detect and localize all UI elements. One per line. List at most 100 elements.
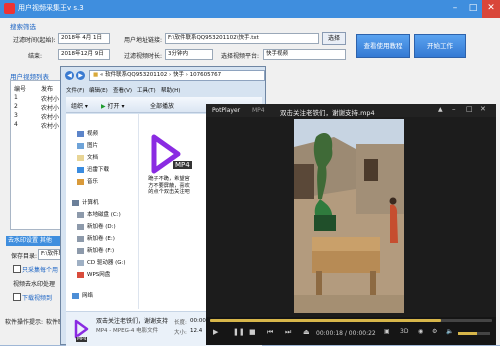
label-date-from: 过滤时间(起始): [13, 37, 56, 44]
done-checkbox[interactable] [13, 293, 21, 301]
thunder-download-icon [77, 166, 84, 173]
play-all-button[interactable]: 全部播放 [150, 101, 174, 110]
date-from-picker[interactable]: 2018年 4月 1日 [58, 33, 110, 44]
details-file-name: 双击关注老铁们，谢谢支持 [96, 318, 169, 325]
pin-icon[interactable]: ▲ [438, 106, 443, 113]
picture-folder-icon [77, 142, 84, 149]
table-row[interactable]: 1 农村小 [11, 94, 66, 103]
label-platform: 选择视频平台: [221, 53, 260, 60]
nav-drive-e[interactable]: 新加卷 (E:) [77, 234, 115, 243]
details-size-label: 大小: [174, 330, 187, 336]
nav-wps-cloud[interactable]: WPS网盘 [77, 270, 110, 279]
previous-button[interactable]: ⏮ [267, 328, 273, 337]
breadcrumb-folder[interactable]: 107605767 [190, 72, 222, 78]
table-row[interactable]: 2 农村小 [11, 103, 66, 112]
computer-icon [72, 199, 79, 206]
next-button[interactable]: ⏭ [285, 328, 291, 337]
watermark-label: 视频去水印处理 [13, 281, 56, 288]
video-folder-icon [77, 130, 84, 137]
player-maximize-button[interactable]: □ [466, 105, 473, 113]
nav-network[interactable]: 网络 [72, 291, 93, 300]
menu-edit[interactable]: 编辑(E) [89, 86, 108, 94]
watermark-settings-tab[interactable]: 去水印设置 其他 [6, 236, 64, 246]
capture-icon[interactable]: ▣ [384, 328, 390, 335]
details-size-value: 12.4 [190, 328, 203, 334]
file-item-mp4[interactable]: MP4 跪子不跪，希望官方不要屏蔽，喜欢的点个双击关注吧 [146, 131, 204, 219]
status-label: 软件操作提示: [5, 319, 44, 326]
potplayer-window: PotPlayer MP4 双击关注老铁们，谢谢支持.mp4 ▲ – □ ✕ ▶… [206, 104, 496, 345]
seek-progress [210, 319, 442, 322]
app-logo-icon [4, 3, 15, 14]
play-button[interactable]: ▶ [213, 328, 218, 336]
select-file-button[interactable]: 选择 [322, 32, 346, 45]
done-option-label: 下载视频到 [22, 295, 53, 302]
player-video-title: 双击关注老铁们，谢谢支持.mp4 [280, 109, 375, 117]
player-format: MP4 [252, 107, 265, 114]
player-close-button[interactable]: ✕ [480, 105, 486, 113]
open-button[interactable]: ▶ 打开 ▾ [101, 101, 124, 110]
start-work-button[interactable]: 开始工作 [414, 34, 466, 58]
tutorial-button[interactable]: 查看使用教程 [356, 34, 410, 58]
nav-computer[interactable]: 计算机 [72, 198, 99, 207]
pause-button[interactable]: ❚❚ [233, 328, 245, 336]
play-icon: ▶ [101, 103, 106, 110]
seek-bar[interactable] [210, 319, 492, 322]
address-bar[interactable]: ■ « 软件联系QQ953201102 › 快手 › 107605767 [89, 70, 265, 81]
menu-view[interactable]: 查看(V) [113, 86, 132, 94]
maximize-button[interactable]: □ [464, 0, 482, 18]
disk-icon [77, 223, 84, 230]
player-app-name[interactable]: PotPlayer [212, 107, 240, 114]
label-date-end: 结束: [28, 53, 43, 60]
minimize-button[interactable]: – [446, 0, 464, 18]
menu-file[interactable]: 文件(F) [66, 86, 84, 94]
pane-divider [138, 114, 139, 309]
table-row[interactable]: 3 农村小 [11, 112, 66, 121]
details-length-value: 00:00 [190, 318, 206, 324]
save-dir-input[interactable]: F:\软件联 [38, 249, 62, 260]
nav-item-thunder[interactable]: 迅雷下载 [77, 165, 109, 174]
nav-drive-c[interactable]: 本地磁盘 (C:) [77, 210, 121, 219]
forward-button[interactable]: ▶ [76, 71, 85, 80]
app-title-bar: 用户视频采集王v s.3 – □ ✕ [0, 0, 500, 18]
nav-drive-d[interactable]: 新加卷 (D:) [77, 222, 116, 231]
duration-select[interactable]: 3分钟内 [165, 49, 213, 60]
disk-icon [77, 247, 84, 254]
table-body: 1 农村小 2 农村小 3 农村小 4 农村小 [11, 94, 66, 130]
network-icon [72, 292, 79, 299]
breadcrumb-root[interactable]: 软件联系QQ953201102 [105, 72, 167, 78]
app-title: 用户视频采集王v s.3 [18, 4, 84, 12]
eject-button[interactable]: ⏏ [303, 328, 310, 336]
back-button[interactable]: ◀ [65, 71, 74, 80]
navigation-pane: 视频 图片 文档 迅雷下载 音乐 计算机 本地磁盘 (C:) 新加卷 (D:) … [66, 114, 136, 304]
user-url-input[interactable]: F:\软件联系QQ953201102\快手.txt [165, 33, 319, 44]
stop-button[interactable]: ■ [249, 328, 256, 336]
3d-icon[interactable]: 3D [400, 328, 408, 335]
date-end-picker[interactable]: 2018年12月 9日 [58, 49, 110, 60]
video-frame[interactable] [294, 119, 404, 313]
nav-item-pictures[interactable]: 图片 [77, 141, 98, 150]
label-user-url: 用户地址链接: [124, 37, 163, 44]
details-length-label: 长度: [174, 320, 187, 326]
platform-select[interactable]: 快手视频 [263, 49, 346, 60]
vr-icon[interactable]: ◉ [418, 328, 423, 335]
nav-item-documents[interactable]: 文档 [77, 153, 98, 162]
volume-icon[interactable]: 🔈 [446, 328, 453, 335]
close-button[interactable]: ✕ [482, 0, 500, 18]
menu-help[interactable]: 帮助(H) [161, 86, 180, 94]
player-minimize-button[interactable]: – [452, 105, 456, 113]
menu-tools[interactable]: 工具(T) [137, 86, 156, 94]
label-duration: 过滤视频时长: [124, 53, 163, 60]
volume-slider[interactable] [458, 332, 490, 335]
nav-drive-g[interactable]: CD 驱动器 (G:) [77, 258, 125, 267]
document-folder-icon [77, 154, 84, 161]
download-checkbox[interactable] [13, 265, 21, 273]
settings-icon[interactable]: ⚙ [432, 328, 437, 335]
nav-item-video[interactable]: 视频 [77, 129, 98, 138]
details-badge: MP4 [76, 337, 88, 342]
table-row[interactable]: 4 农村小 [11, 121, 66, 130]
user-video-table[interactable]: 编号 发布 1 农村小 2 农村小 3 农村小 4 农村小 [10, 80, 67, 230]
nav-drive-f[interactable]: 新加卷 (F:) [77, 246, 114, 255]
nav-item-music[interactable]: 音乐 [77, 177, 98, 186]
organize-button[interactable]: 组织 ▾ [71, 101, 88, 110]
breadcrumb-kuaishou[interactable]: 快手 [173, 72, 184, 78]
